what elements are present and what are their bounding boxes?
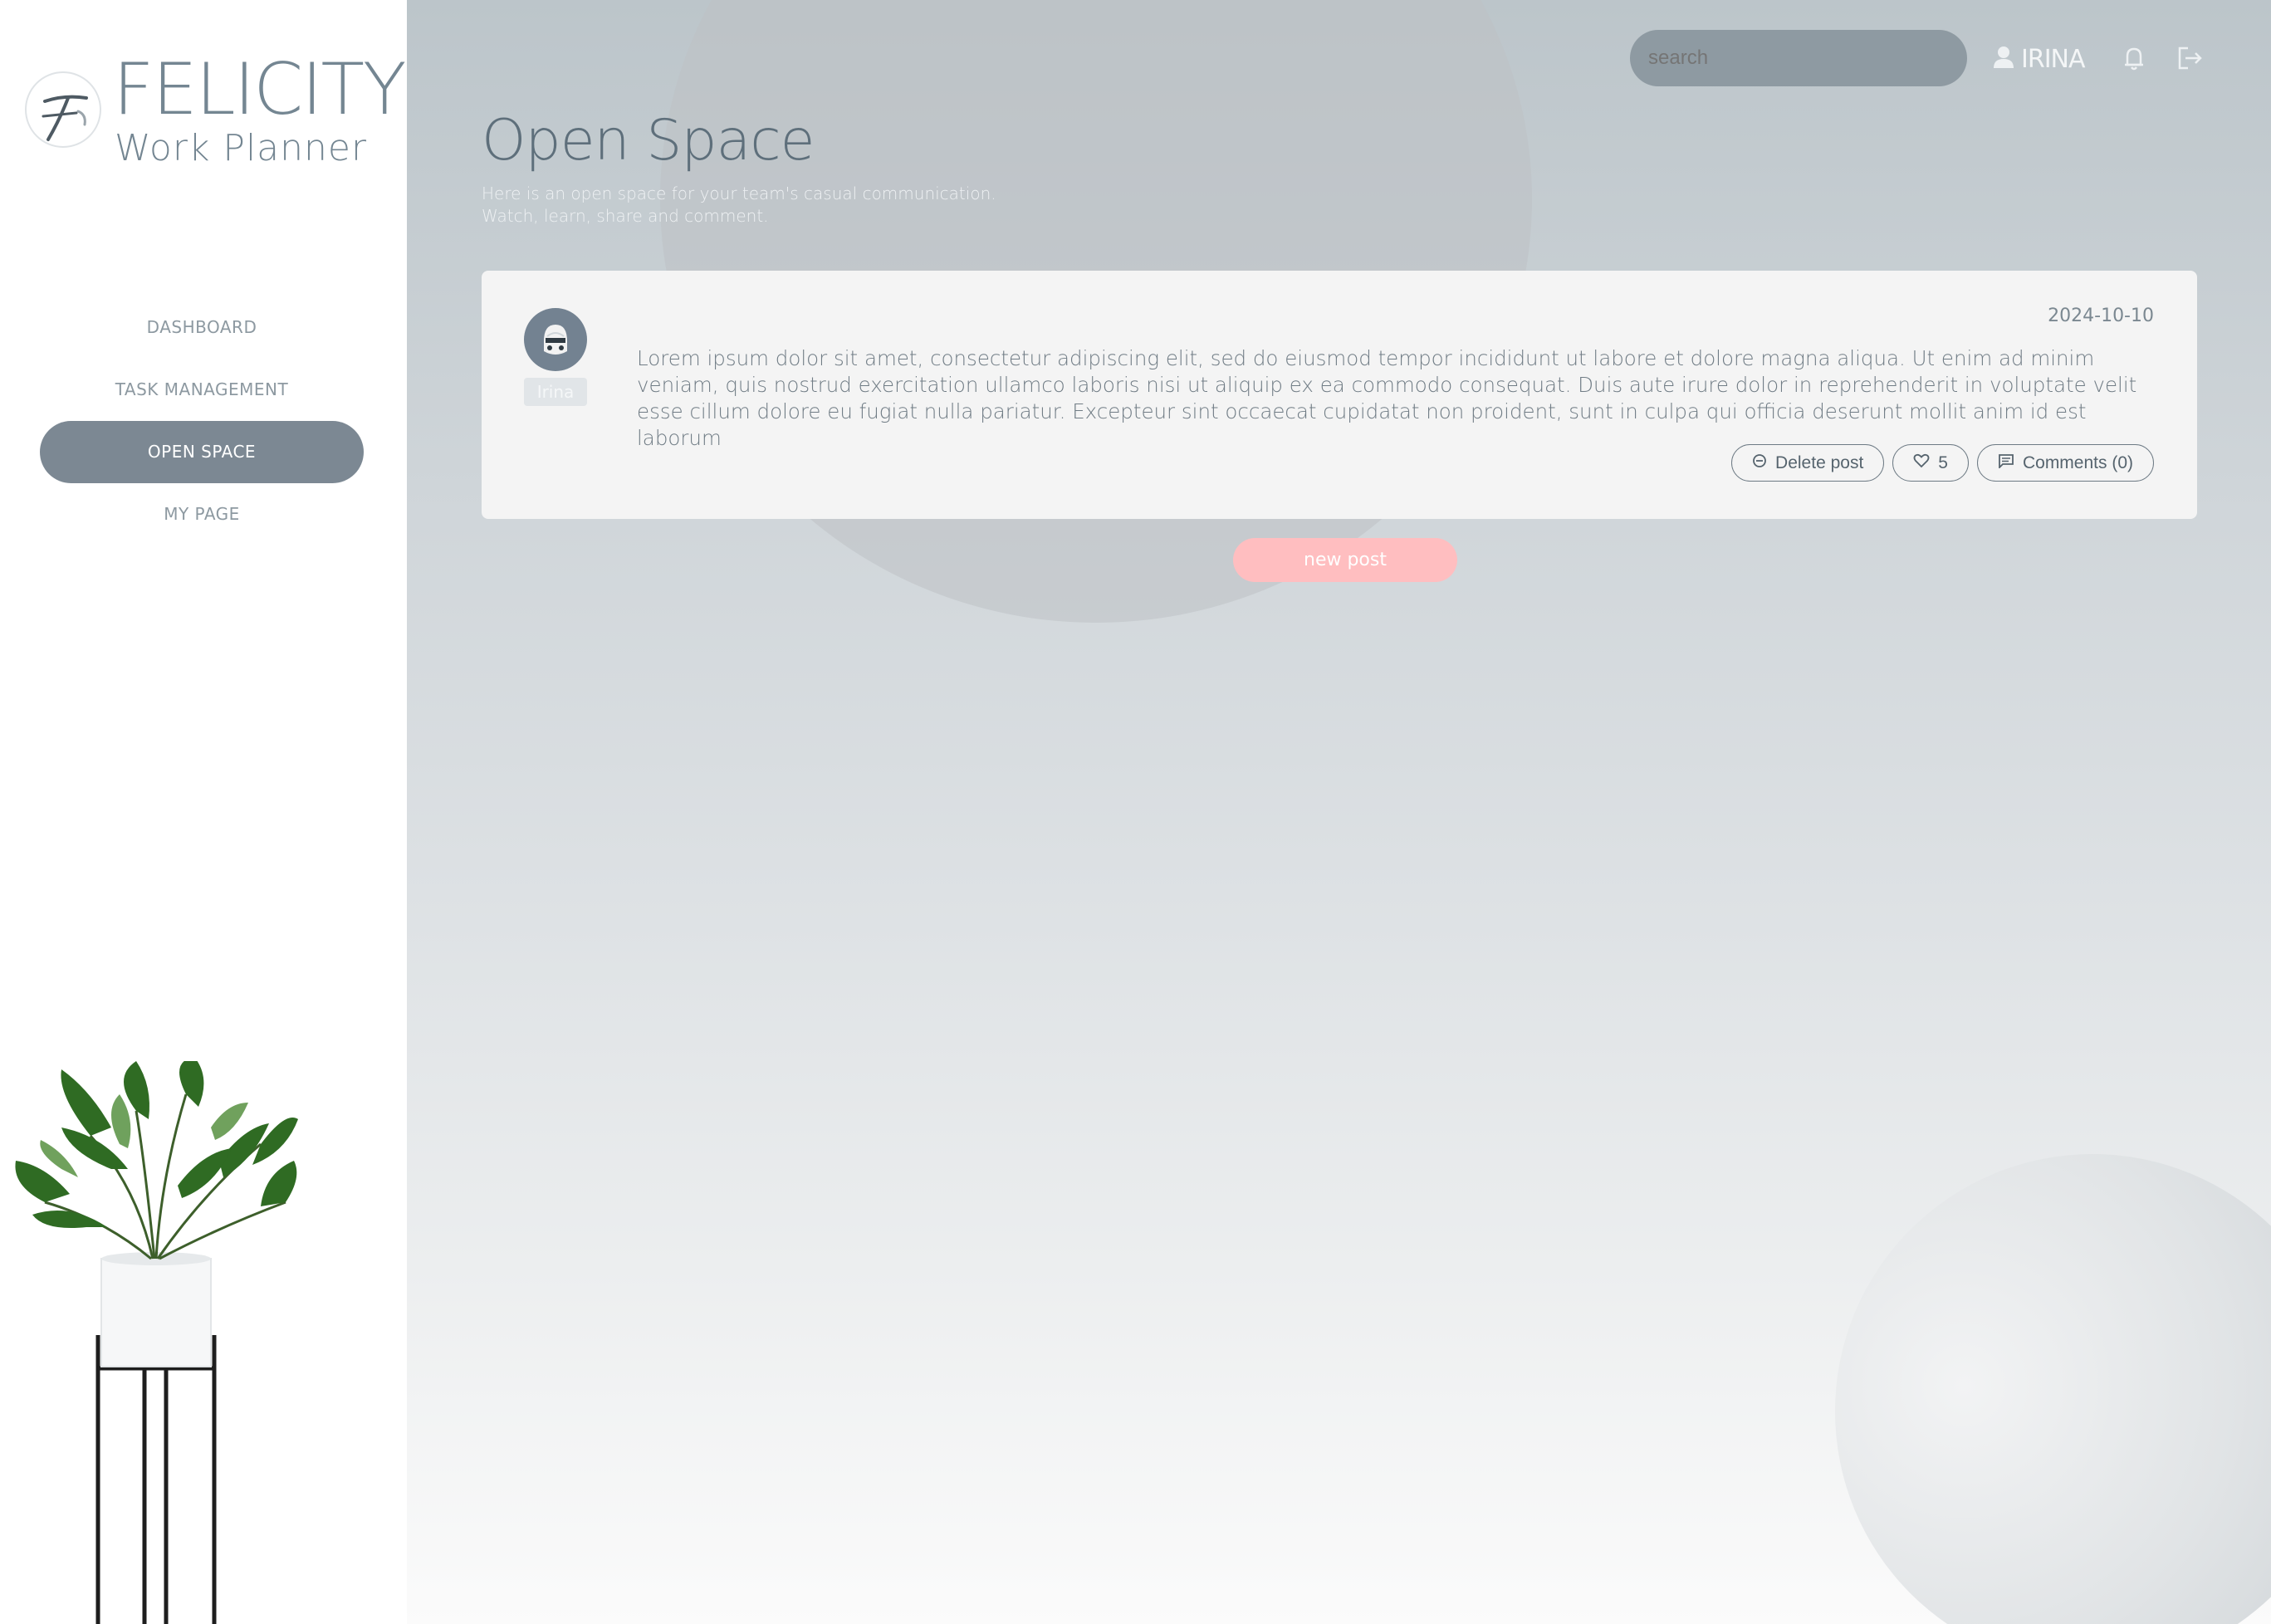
page-description-line: Watch, learn, share and comment. [482,206,769,226]
comments-label: Comments (0) [2022,452,2133,472]
post-card: Irina 2024-10-10 Lorem ipsum dolor sit a… [482,271,2197,519]
nav-item-open-space[interactable]: OPEN SPACE [40,421,364,483]
user-name: IRINA [2021,44,2086,74]
user-icon [1993,46,2014,72]
search-input[interactable] [1630,30,1967,86]
like-button[interactable]: 5 [1892,444,1969,482]
comment-icon [1998,453,2014,473]
nav-item-my-page[interactable]: MY PAGE [40,483,364,545]
nav-item-dashboard[interactable]: DASHBOARD [40,296,364,359]
comments-button[interactable]: Comments (0) [1976,444,2154,482]
post-text: Lorem ipsum dolor sit amet, consectetur … [637,346,2137,450]
brand-logo[interactable]: FELICITY Work Planner [25,51,407,176]
minus-circle-icon [1752,453,1767,473]
brand-subtitle: Work Planner [115,127,368,169]
logout-icon[interactable] [2173,42,2206,75]
decorative-circle [1835,1154,2271,1624]
bell-icon[interactable] [2117,42,2151,75]
page-title: Open Space [482,108,815,174]
page-description-line: Here is an open space for your team's ca… [482,183,996,203]
brand-title: FELICITY [113,48,407,131]
nav-item-task-management[interactable]: TASK MANAGEMENT [40,359,364,421]
user-menu[interactable]: IRINA [1993,38,2086,80]
post-author: Irina [524,378,587,406]
delete-post-label: Delete post [1775,452,1864,472]
like-count: 5 [1938,452,1948,472]
plant-illustration [12,1057,302,1624]
sidebar: FELICITY Work Planner DASHBOARD TASK MAN… [0,0,407,1624]
delete-post-button[interactable]: Delete post [1731,444,1885,482]
post-actions: Delete post 5 Comments (0) [1731,444,2154,482]
heart-icon [1913,453,1930,473]
main-nav: DASHBOARD TASK MANAGEMENT OPEN SPACE MY … [40,296,364,545]
page-description: Here is an open space for your team's ca… [482,183,996,227]
avatar[interactable] [524,308,587,371]
main-content: IRINA Open Space Here is an open space f… [407,0,2271,1624]
new-post-button[interactable]: new post [1233,538,1457,582]
felicity-logo-icon [25,71,101,148]
post-date: 2024-10-10 [2048,306,2154,326]
